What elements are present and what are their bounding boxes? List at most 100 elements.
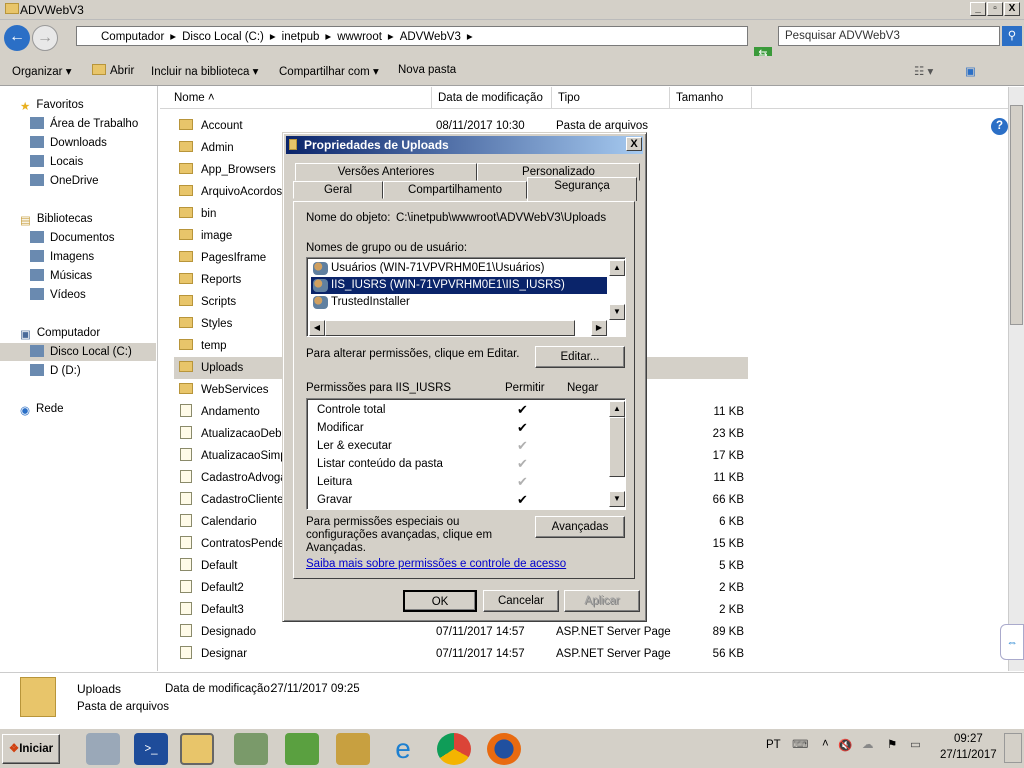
nav-item-icon: [30, 288, 44, 300]
search-input[interactable]: Pesquisar ADVWebV3: [778, 26, 1000, 46]
breadcrumb-item[interactable]: Disco Local (C:): [182, 31, 264, 43]
start-button[interactable]: ❖Iniciar: [2, 734, 60, 764]
file-name: WebServices: [201, 384, 269, 396]
tab-compartilhamento[interactable]: Compartilhamento: [383, 181, 527, 199]
scroll-left-button[interactable]: ◀: [309, 320, 325, 336]
dialog-close-button[interactable]: X: [626, 137, 642, 151]
maximize-button[interactable]: ▫: [987, 2, 1003, 16]
tab-versoes-anteriores[interactable]: Versões Anteriores: [295, 163, 477, 181]
scroll-up-button[interactable]: ▲: [609, 260, 625, 276]
clock-date[interactable]: 27/11/2017: [940, 749, 997, 761]
breadcrumb-item[interactable]: Computador: [101, 31, 164, 43]
nav-item[interactable]: OneDrive: [30, 172, 99, 190]
apply-button[interactable]: Aplicar: [564, 590, 640, 612]
group-item[interactable]: IIS_IUSRS (WIN-71VPVRHM0E1\IIS_IUSRS): [311, 277, 607, 294]
nav-item[interactable]: Músicas: [30, 267, 92, 285]
cloud-icon[interactable]: ☁: [862, 737, 874, 751]
nav-network[interactable]: ◉ Rede: [20, 400, 64, 418]
horizontal-scroll-thumb[interactable]: [325, 320, 575, 336]
help-icon[interactable]: ?: [991, 118, 1008, 135]
file-name: App_Browsers: [201, 164, 276, 176]
network-icon[interactable]: ▭: [910, 737, 921, 751]
forward-button[interactable]: →: [32, 25, 58, 51]
nav-item[interactable]: Imagens: [30, 248, 94, 266]
clock-time[interactable]: 09:27: [954, 733, 983, 745]
perm-scroll-down[interactable]: ▼: [609, 491, 625, 507]
breadcrumb-chevron-icon[interactable]: ▸: [388, 31, 394, 43]
action-center-flag-icon[interactable]: ⚑: [887, 737, 897, 751]
address-input[interactable]: Computador ▸ Disco Local (C:) ▸ inetpub ▸ wwwr…: [76, 26, 748, 46]
edit-button[interactable]: Editar...: [535, 346, 625, 368]
breadcrumb-item[interactable]: wwwroot: [337, 31, 382, 43]
group-item[interactable]: Usuários (WIN-71VPVRHM0E1\Usuários): [311, 260, 607, 277]
breadcrumb-chevron-icon[interactable]: ▸: [325, 31, 331, 43]
users-icon: [313, 262, 328, 275]
nav-item[interactable]: Documentos: [30, 229, 115, 247]
teamviewer-icon[interactable]: ⇔: [1000, 624, 1024, 660]
nav-item[interactable]: Disco Local (C:): [0, 343, 156, 361]
back-button[interactable]: ←: [4, 25, 30, 51]
tab-seguranca[interactable]: Segurança: [527, 177, 637, 201]
nav-favorites[interactable]: ★ Favoritos: [20, 96, 84, 114]
column-date[interactable]: Data de modificação: [432, 87, 552, 109]
groups-list[interactable]: Usuários (WIN-71VPVRHM0E1\Usuários) IIS_I…: [306, 257, 626, 337]
perm-scroll-thumb[interactable]: [609, 417, 625, 477]
cancel-button[interactable]: Cancelar: [483, 590, 559, 612]
aspx-file-icon: [180, 580, 192, 593]
nav-item[interactable]: Área de Trabalho: [30, 115, 138, 133]
taskbar: ❖Iniciar >_ e PT ⌨ ˄ 🔇 ☁ ⚑ ▭ 09:27 27/11…: [0, 728, 1024, 768]
aspx-file-icon: [180, 514, 192, 527]
vertical-scrollbar[interactable]: [1008, 87, 1024, 671]
nav-item[interactable]: Downloads: [30, 134, 107, 152]
show-hidden-icons[interactable]: ˄: [822, 738, 829, 750]
scroll-right-button[interactable]: ▶: [591, 320, 607, 336]
minimize-button[interactable]: _: [970, 2, 986, 16]
organize-menu[interactable]: Organizar ▾: [12, 64, 71, 78]
view-options-icon[interactable]: ☷ ▾: [914, 64, 933, 78]
group-item[interactable]: TrustedInstaller: [311, 294, 607, 311]
scroll-down-button[interactable]: ▼: [609, 304, 625, 320]
search-icon[interactable]: ⚲: [1002, 26, 1022, 46]
explorer-icon[interactable]: [180, 733, 214, 765]
powershell-icon[interactable]: >_: [134, 733, 168, 765]
nav-item[interactable]: D (D:): [30, 362, 81, 380]
aspx-file-icon: [180, 602, 192, 615]
nav-item[interactable]: Locais: [30, 153, 83, 171]
tool-icon[interactable]: [285, 733, 319, 765]
services-icon[interactable]: [336, 733, 370, 765]
learn-more-link[interactable]: Saiba mais sobre permissões e controle d…: [306, 558, 566, 570]
column-name[interactable]: Nome ˄: [168, 87, 432, 109]
nav-item[interactable]: Vídeos: [30, 286, 86, 304]
firefox-icon[interactable]: [487, 733, 521, 765]
new-folder-button[interactable]: Nova pasta: [398, 64, 456, 76]
column-type[interactable]: Tipo: [552, 87, 670, 109]
breadcrumb-item[interactable]: inetpub: [282, 31, 320, 43]
nav-libraries[interactable]: ▤ Bibliotecas: [20, 210, 93, 228]
perm-scroll-up[interactable]: ▲: [609, 401, 625, 417]
open-button[interactable]: Abrir: [92, 64, 134, 77]
chrome-icon[interactable]: [437, 733, 471, 765]
ok-button[interactable]: OK: [403, 590, 477, 612]
folder-icon: [179, 339, 193, 350]
keyboard-icon[interactable]: ⌨: [792, 737, 809, 751]
include-library-menu[interactable]: Incluir na biblioteca ▾: [151, 64, 258, 78]
breadcrumb-chevron-icon[interactable]: ▸: [467, 31, 473, 43]
nav-computer[interactable]: ▣ Computador: [20, 324, 100, 342]
column-size[interactable]: Tamanho: [670, 87, 752, 109]
share-menu[interactable]: Compartilhar com ▾: [279, 64, 379, 78]
show-desktop-button[interactable]: [1004, 733, 1022, 763]
breadcrumb-chevron-icon[interactable]: ▸: [270, 31, 276, 43]
language-indicator[interactable]: PT: [766, 739, 781, 751]
preview-pane-icon[interactable]: ▣: [965, 64, 976, 78]
tab-geral[interactable]: Geral: [293, 181, 383, 199]
file-row[interactable]: Designado 07/11/2017 14:57 ASP.NET Server …: [174, 621, 748, 643]
volume-muted-icon[interactable]: 🔇: [838, 738, 852, 752]
internet-explorer-icon[interactable]: e: [386, 733, 420, 765]
file-row[interactable]: Designar 07/11/2017 14:57 ASP.NET Server P…: [174, 643, 748, 665]
advanced-button[interactable]: Avançadas: [535, 516, 625, 538]
breadcrumb-chevron-icon[interactable]: ▸: [170, 31, 176, 43]
breadcrumb-item[interactable]: ADVWebV3: [400, 31, 461, 43]
server-manager-icon[interactable]: [86, 733, 120, 765]
close-button[interactable]: X: [1004, 2, 1020, 16]
iis-manager-icon[interactable]: [234, 733, 268, 765]
